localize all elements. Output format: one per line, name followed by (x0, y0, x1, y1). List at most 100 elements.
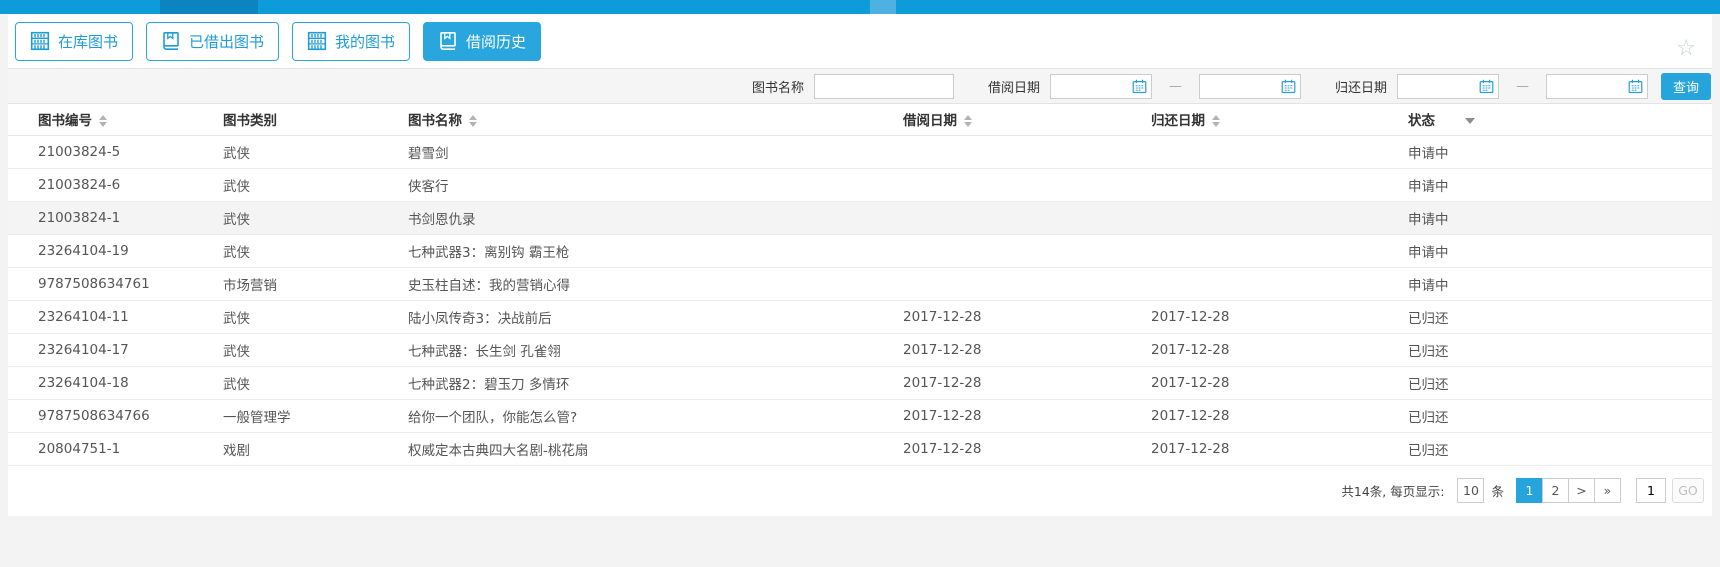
return-date-from-input[interactable] (1397, 74, 1499, 99)
page-size-unit: 条 (1491, 481, 1504, 500)
table-row[interactable]: 21003824-6 武侠 侠客行 申请中 (8, 168, 1712, 201)
page-button-1[interactable]: 1 (1516, 478, 1543, 503)
tab-my-books[interactable]: 我的图书 (292, 22, 410, 61)
cell-return-date: 2017-12-28 (1143, 432, 1400, 465)
favorite-star-icon[interactable]: ☆ (1676, 38, 1696, 60)
cell-book-id: 21003824-5 (8, 135, 215, 168)
tab-borrow-history[interactable]: 借阅历史 (423, 22, 541, 61)
table-row[interactable]: 9787508634761 市场营销 史玉柱自述：我的营销心得 申请中 (8, 267, 1712, 300)
return-date-to-wrap (1546, 74, 1648, 99)
next-page-button[interactable]: > (1568, 478, 1595, 503)
cell-category: 一般管理学 (215, 399, 400, 432)
filter-caret-icon[interactable] (1465, 118, 1475, 124)
cell-book-id: 9787508634766 (8, 399, 215, 432)
book-name-input[interactable] (814, 74, 954, 99)
borrow-date-from-wrap (1050, 74, 1152, 99)
page-size-box[interactable]: 10 (1457, 478, 1484, 503)
cell-return-date: 2017-12-28 (1143, 366, 1400, 399)
cell-borrow-date (895, 234, 1143, 267)
date-range-separator: — (1169, 79, 1182, 94)
cell-book-name: 权威定本古典四大名剧-桃花扇 (400, 432, 895, 465)
table-row[interactable]: 23264104-19 武侠 七种武器3：离别钩 霸王枪 申请中 (8, 234, 1712, 267)
cell-category: 戏剧 (215, 432, 400, 465)
table-row[interactable]: 20804751-1 戏剧 权威定本古典四大名剧-桃花扇 2017-12-28 … (8, 432, 1712, 465)
cell-borrow-date: 2017-12-28 (895, 432, 1143, 465)
cell-borrow-date (895, 168, 1143, 201)
tab-label: 借阅历史 (466, 31, 526, 52)
cell-status: 已归还 (1400, 300, 1712, 333)
table-row[interactable]: 23264104-11 武侠 陆小凤传奇3：决战前后 2017-12-28 20… (8, 300, 1712, 333)
cell-book-name: 史玉柱自述：我的营销心得 (400, 267, 895, 300)
last-page-button[interactable]: » (1594, 478, 1621, 503)
cell-book-id: 20804751-1 (8, 432, 215, 465)
tab-books-in-stock[interactable]: 在库图书 (15, 22, 133, 61)
sort-icon[interactable] (99, 115, 107, 127)
table-row[interactable]: 23264104-18 武侠 七种武器2：碧玉刀 多情环 2017-12-28 … (8, 366, 1712, 399)
cell-book-name: 七种武器2：碧玉刀 多情环 (400, 366, 895, 399)
cell-status: 申请中 (1400, 201, 1712, 234)
cell-return-date (1143, 168, 1400, 201)
cell-status: 申请中 (1400, 267, 1712, 300)
cell-return-date (1143, 234, 1400, 267)
search-bar: 图书名称 借阅日期 — 归还日期 — 查询 (8, 68, 1712, 104)
borrow-date-to-input[interactable] (1199, 74, 1301, 99)
cell-book-name: 侠客行 (400, 168, 895, 201)
borrow-date-from-input[interactable] (1050, 74, 1152, 99)
column-header-borrow-date: 借阅日期 (895, 104, 1143, 135)
table-row[interactable]: 9787508634766 一般管理学 给你一个团队，你能怎么管? 2017-1… (8, 399, 1712, 432)
cell-status: 已归还 (1400, 366, 1712, 399)
cell-return-date (1143, 267, 1400, 300)
cell-book-id: 23264104-17 (8, 333, 215, 366)
cell-borrow-date: 2017-12-28 (895, 399, 1143, 432)
borrow-history-table: 图书编号 图书类别 图书名称 借阅日期 归还日期 状态 (8, 104, 1712, 466)
book-icon (438, 31, 458, 51)
sort-icon[interactable] (469, 115, 477, 127)
cell-return-date: 2017-12-28 (1143, 399, 1400, 432)
page-jump-input[interactable] (1636, 478, 1666, 503)
table-row[interactable]: 21003824-5 武侠 碧雪剑 申请中 (8, 135, 1712, 168)
go-button[interactable]: GO (1672, 478, 1704, 503)
query-button[interactable]: 查询 (1661, 73, 1711, 100)
cell-return-date: 2017-12-28 (1143, 333, 1400, 366)
cell-return-date: 2017-12-28 (1143, 300, 1400, 333)
cell-category: 武侠 (215, 234, 400, 267)
column-header-category: 图书类别 (215, 104, 400, 135)
table-row[interactable]: 21003824-1 武侠 书剑恩仇录 申请中 (8, 201, 1712, 234)
bookshelf-icon (30, 31, 50, 51)
borrow-date-to-wrap (1199, 74, 1301, 99)
cell-category: 武侠 (215, 300, 400, 333)
cell-category: 武侠 (215, 168, 400, 201)
sort-icon[interactable] (1212, 115, 1220, 127)
sort-icon[interactable] (964, 115, 972, 127)
cell-status: 申请中 (1400, 234, 1712, 267)
tab-label: 在库图书 (58, 31, 118, 52)
tab-borrowed-books[interactable]: 已借出图书 (146, 22, 279, 61)
cell-borrow-date (895, 267, 1143, 300)
cell-status: 已归还 (1400, 399, 1712, 432)
column-header-return-date: 归还日期 (1143, 104, 1400, 135)
cell-book-id: 21003824-6 (8, 168, 215, 201)
table-row[interactable]: 23264104-17 武侠 七种武器：长生剑 孔雀翎 2017-12-28 2… (8, 333, 1712, 366)
tab-toolbar: 在库图书 已借出图书 我的图书 借阅历史 ☆ (8, 14, 1712, 68)
borrow-date-label: 借阅日期 (988, 77, 1040, 96)
cell-return-date (1143, 135, 1400, 168)
cell-category: 武侠 (215, 333, 400, 366)
topbar-highlight-segment (870, 0, 896, 14)
return-date-from-wrap (1397, 74, 1499, 99)
cell-book-id: 23264104-19 (8, 234, 215, 267)
cell-return-date (1143, 201, 1400, 234)
column-header-book-id: 图书编号 (8, 104, 215, 135)
cell-category: 市场营销 (215, 267, 400, 300)
cell-status: 申请中 (1400, 135, 1712, 168)
tab-label: 我的图书 (335, 31, 395, 52)
cell-status: 已归还 (1400, 432, 1712, 465)
cell-book-name: 陆小凤传奇3：决战前后 (400, 300, 895, 333)
cell-status: 已归还 (1400, 333, 1712, 366)
page-button-2[interactable]: 2 (1542, 478, 1569, 503)
return-date-to-input[interactable] (1546, 74, 1648, 99)
book-name-label: 图书名称 (752, 77, 804, 96)
cell-category: 武侠 (215, 201, 400, 234)
cell-book-name: 给你一个团队，你能怎么管? (400, 399, 895, 432)
main-content: 在库图书 已借出图书 我的图书 借阅历史 ☆ 图书名称 借阅日期 — 归还日期 (8, 14, 1712, 516)
top-nav-bar (0, 0, 1720, 14)
